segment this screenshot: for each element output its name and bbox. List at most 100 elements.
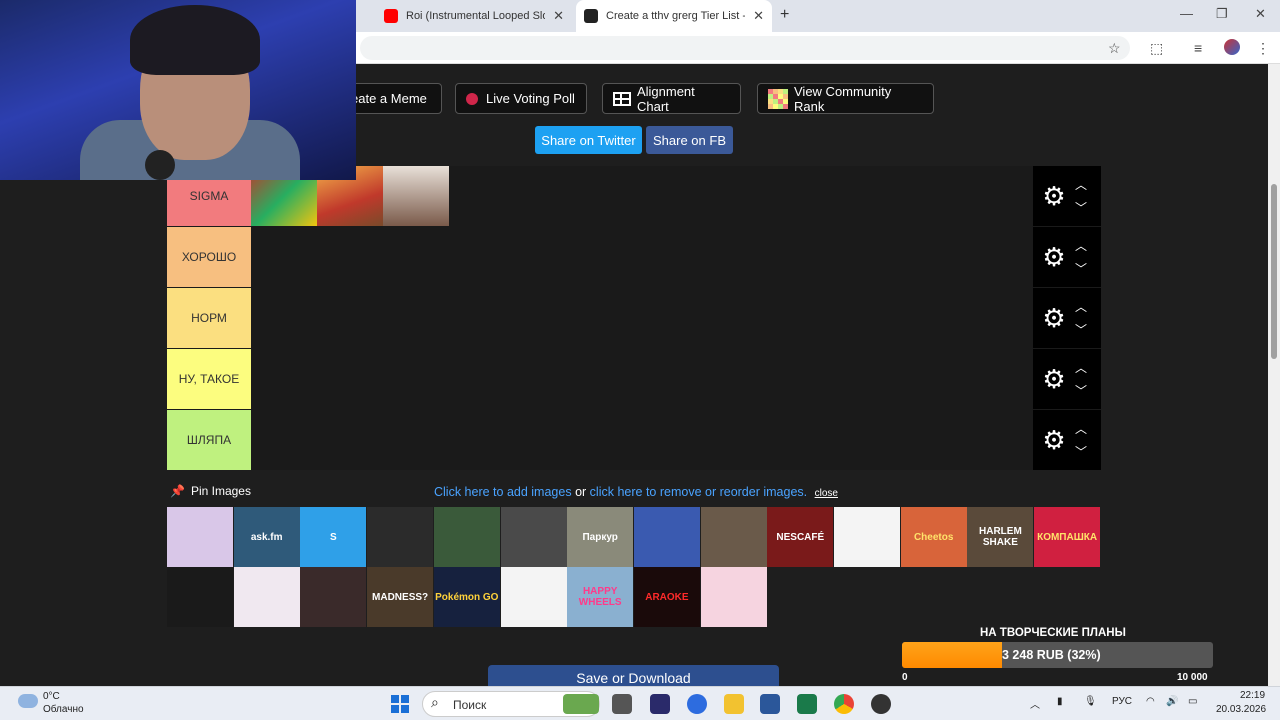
scrollbar[interactable] xyxy=(1268,64,1280,686)
close-icon[interactable]: ✕ xyxy=(745,8,764,24)
wifi-icon[interactable]: ◠ xyxy=(1146,696,1155,707)
tier-label[interactable]: ХОРОШО xyxy=(167,227,251,287)
nfs-underground-image[interactable] xyxy=(433,507,500,567)
app-icon[interactable] xyxy=(797,694,817,714)
search-icon: ⌕ xyxy=(431,694,439,710)
nfs-most-wanted-image[interactable] xyxy=(500,507,567,567)
chevron-up-icon[interactable]: ︿ xyxy=(1073,298,1089,315)
gta-san-andreas-image[interactable] xyxy=(700,507,767,567)
gear-icon[interactable]: ⚙ xyxy=(1039,303,1069,333)
man-photo-image[interactable] xyxy=(383,166,449,226)
chevron-down-icon[interactable]: ﹀ xyxy=(1073,382,1089,399)
tier-items[interactable] xyxy=(251,288,1033,348)
close-icon[interactable]: ✕ xyxy=(545,8,564,24)
input-language[interactable]: РУС xyxy=(1112,696,1132,707)
this-is-sparta-image[interactable]: MADNESS? xyxy=(367,567,434,627)
clock-time[interactable]: 22:19 xyxy=(1240,690,1265,701)
tier-label[interactable]: НУ, ТАКОЕ xyxy=(167,349,251,409)
tier-items[interactable] xyxy=(251,227,1033,287)
chevron-up-icon[interactable]: ︿ xyxy=(1073,176,1089,193)
karaoke-sign-image[interactable]: ARAOKE xyxy=(633,567,700,627)
scrollbar-thumb[interactable] xyxy=(1271,184,1277,359)
close-window-button[interactable]: ✕ xyxy=(1255,6,1266,22)
microphone-tray-icon[interactable]: 🎙 xyxy=(1084,696,1097,707)
pokemon-go-image[interactable]: Pokémon GO xyxy=(433,567,500,627)
app-icon[interactable] xyxy=(650,694,670,714)
fidget-spinner-image[interactable] xyxy=(500,567,567,627)
gear-icon[interactable]: ⚙ xyxy=(1039,364,1069,394)
share-twitter-button[interactable]: Share on Twitter xyxy=(535,126,642,154)
3d-glasses-image[interactable] xyxy=(834,507,900,567)
chevron-down-icon[interactable]: ﹀ xyxy=(1073,199,1089,216)
pin-images-toggle[interactable]: 📌 Pin Images xyxy=(170,484,251,498)
nescafe-image[interactable]: NESCAFÉ xyxy=(767,507,834,567)
man-portrait-image[interactable] xyxy=(300,567,367,627)
battery-icon[interactable]: ▭ xyxy=(1188,696,1197,707)
volume-icon[interactable]: 🔊 xyxy=(1166,696,1178,707)
chevron-up-icon[interactable]: ︿ xyxy=(1073,420,1089,437)
skype-logo-image[interactable]: S xyxy=(300,507,367,567)
bookmark-star-icon[interactable]: ☆ xyxy=(1108,40,1121,57)
image-caption: Cheetos xyxy=(913,531,954,543)
happy-wheels-image[interactable]: HAPPY WHEELS xyxy=(567,567,634,627)
extensions-icon[interactable]: ⬚ xyxy=(1150,40,1163,57)
save-download-button[interactable]: Save or Download xyxy=(488,665,779,686)
chevron-down-icon[interactable]: ﹀ xyxy=(1073,260,1089,277)
weather-temperature[interactable]: 0°C xyxy=(43,691,60,702)
pink-plush-image[interactable] xyxy=(700,567,767,627)
live-voting-poll-button[interactable]: Live Voting Poll xyxy=(455,83,587,114)
search-highlight-icon[interactable] xyxy=(563,694,599,714)
chrome-icon[interactable] xyxy=(834,694,854,714)
maximize-button[interactable]: ❐ xyxy=(1216,6,1228,22)
clock-date[interactable]: 20.03.2026 xyxy=(1216,704,1266,715)
tier-label[interactable]: ШЛЯПА xyxy=(167,410,251,470)
tab-tier-list[interactable]: Create a tthv grerg Tier List - Ti ✕ xyxy=(576,0,772,32)
remove-images-link[interactable]: click here to remove or reorder images. xyxy=(590,485,807,499)
tab-youtube[interactable]: Roi (Instrumental Looped Slowed ✕ xyxy=(376,0,572,32)
add-images-link[interactable]: Click here to add images xyxy=(434,485,572,499)
gear-icon[interactable]: ⚙ xyxy=(1039,425,1069,455)
windows-start-icon[interactable] xyxy=(391,695,409,713)
tier-items[interactable] xyxy=(251,349,1033,409)
new-tab-button[interactable]: + xyxy=(780,6,789,24)
zoom-icon[interactable] xyxy=(687,694,707,714)
chevron-up-icon[interactable]: ︿ xyxy=(1073,359,1089,376)
askfm-logo-image[interactable]: ask.fm xyxy=(233,507,300,567)
webcam-person-hair xyxy=(130,5,260,75)
kompashka-image[interactable]: КОМПАШКА xyxy=(1034,507,1101,567)
file-explorer-icon[interactable] xyxy=(724,694,744,714)
cheetos-image[interactable]: Cheetos xyxy=(900,507,967,567)
url-input[interactable] xyxy=(360,36,1130,60)
code-editor-image[interactable] xyxy=(167,567,233,627)
cd-disc-image[interactable] xyxy=(167,507,233,567)
chevron-down-icon[interactable]: ﹀ xyxy=(1073,321,1089,338)
close-link[interactable]: close xyxy=(815,488,838,499)
tier-items[interactable] xyxy=(251,410,1033,470)
app-icon[interactable] xyxy=(871,694,891,714)
game-of-thrones-image[interactable] xyxy=(367,507,434,567)
task-view-icon[interactable] xyxy=(612,694,632,714)
view-community-rank-button[interactable]: View Community Rank xyxy=(757,83,934,114)
word-icon[interactable] xyxy=(760,694,780,714)
profile-avatar[interactable] xyxy=(1224,39,1240,55)
alignment-chart-button[interactable]: Alignment Chart xyxy=(602,83,741,114)
share-fb-button[interactable]: Share on FB xyxy=(646,126,733,154)
media-control-icon[interactable]: ≡ xyxy=(1194,40,1202,56)
tray-expand-icon[interactable]: ︿ xyxy=(1030,696,1040,711)
payment-terminal-image[interactable] xyxy=(633,507,700,567)
weather-condition[interactable]: Облачно xyxy=(43,704,84,715)
live-voting-label: Live Voting Poll xyxy=(486,91,575,106)
gear-icon[interactable]: ⚙ xyxy=(1039,181,1069,211)
tray-app-icon[interactable]: ▮ xyxy=(1057,696,1063,707)
minimize-button[interactable]: — xyxy=(1180,6,1193,21)
tier-items[interactable] xyxy=(251,166,1033,226)
gear-icon[interactable]: ⚙ xyxy=(1039,242,1069,272)
parkour-cat-image[interactable]: Паркур xyxy=(567,507,634,567)
chevron-up-icon[interactable]: ︿ xyxy=(1073,237,1089,254)
menu-icon[interactable]: ⋮ xyxy=(1256,40,1270,57)
harlem-shake-image[interactable]: HARLEM SHAKE xyxy=(967,507,1034,567)
tamagotchi-image[interactable] xyxy=(233,567,300,627)
tier-label[interactable]: НОРМ xyxy=(167,288,251,348)
chevron-down-icon[interactable]: ﹀ xyxy=(1073,443,1089,460)
cloud-icon[interactable] xyxy=(18,694,38,708)
